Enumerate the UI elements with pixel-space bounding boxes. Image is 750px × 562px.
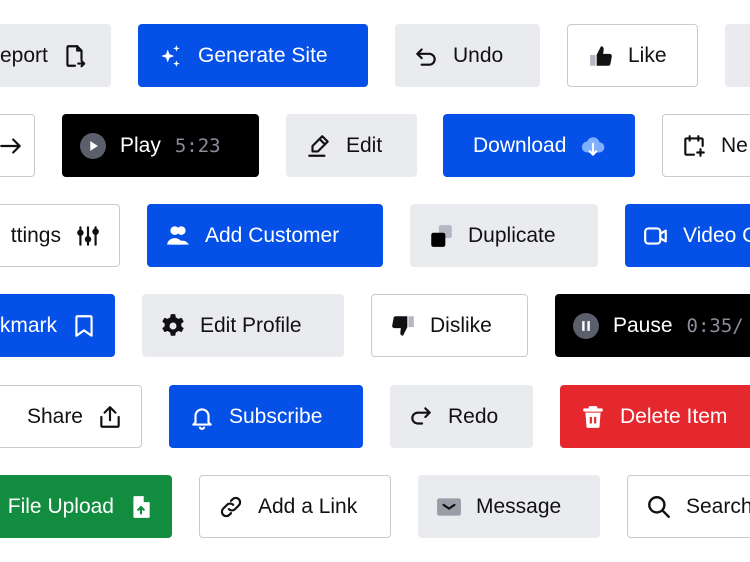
settings-label: ttings bbox=[10, 223, 61, 247]
bookmark-button[interactable]: kmark bbox=[0, 294, 115, 357]
pause-icon bbox=[573, 312, 599, 339]
thumbs-up-icon bbox=[588, 43, 614, 69]
video-call-button[interactable]: Video C bbox=[625, 204, 750, 267]
cloud-download-icon bbox=[580, 133, 606, 159]
new-event-button[interactable]: Ne bbox=[662, 114, 750, 177]
edit-button[interactable]: Edit bbox=[286, 114, 417, 177]
like-label: Like bbox=[628, 43, 667, 67]
like-button[interactable]: Like bbox=[567, 24, 698, 87]
edit-profile-label: Edit Profile bbox=[200, 313, 302, 337]
pause-label: Pause bbox=[613, 313, 673, 337]
pause-elapsed-time: 0:35/ bbox=[686, 314, 744, 337]
dislike-button[interactable]: Dislike bbox=[371, 294, 528, 357]
redo-button[interactable]: Redo bbox=[390, 385, 533, 448]
calendar-plus-icon bbox=[681, 133, 707, 159]
file-upload-label: File Upload bbox=[7, 494, 114, 518]
gear-icon bbox=[160, 313, 186, 339]
undo-icon bbox=[413, 43, 439, 69]
thumbs-down-icon bbox=[390, 313, 416, 339]
search-label: Search bbox=[686, 494, 750, 518]
duplicate-button[interactable]: Duplicate bbox=[410, 204, 598, 267]
download-label: Download bbox=[473, 133, 567, 157]
undo-label: Undo bbox=[453, 43, 504, 67]
file-upload-icon bbox=[128, 494, 154, 520]
play-label: Play bbox=[120, 133, 161, 157]
message-button[interactable]: Message bbox=[418, 475, 600, 538]
share-label: Share bbox=[26, 404, 83, 428]
pause-button[interactable]: Pause 0:35/ bbox=[555, 294, 750, 357]
report-label: eport bbox=[0, 43, 48, 67]
redo-icon bbox=[408, 404, 434, 430]
add-customer-button[interactable]: Add Customer bbox=[147, 204, 383, 267]
generate-site-button[interactable]: Generate Site bbox=[138, 24, 368, 87]
arrow-right-icon bbox=[0, 133, 24, 159]
next-arrow-button[interactable] bbox=[0, 114, 35, 177]
video-label: Video C bbox=[683, 223, 750, 247]
delete-item-button[interactable]: Delete Item bbox=[560, 385, 750, 448]
settings-button[interactable]: ttings bbox=[0, 204, 120, 267]
video-icon bbox=[643, 223, 669, 249]
undo-button[interactable]: Undo bbox=[395, 24, 540, 87]
file-upload-button[interactable]: File Upload bbox=[0, 475, 172, 538]
subscribe-button[interactable]: Subscribe bbox=[169, 385, 363, 448]
duplicate-icon bbox=[428, 223, 454, 249]
bell-icon bbox=[189, 404, 215, 430]
redo-label: Redo bbox=[448, 404, 499, 428]
add-link-button[interactable]: Add a Link bbox=[199, 475, 391, 538]
pencil-icon bbox=[306, 133, 332, 159]
file-export-icon bbox=[62, 43, 88, 69]
edit-profile-button[interactable]: Edit Profile bbox=[142, 294, 344, 357]
users-icon bbox=[165, 223, 191, 249]
search-button[interactable]: Search bbox=[627, 475, 750, 538]
generate-site-label: Generate Site bbox=[198, 43, 328, 67]
search-icon bbox=[646, 494, 672, 520]
play-duration: 5:23 bbox=[174, 134, 221, 157]
delete-item-label: Delete Item bbox=[620, 404, 728, 428]
add-link-label: Add a Link bbox=[258, 494, 358, 518]
duplicate-label: Duplicate bbox=[468, 223, 556, 247]
bookmark-label: kmark bbox=[0, 313, 57, 337]
mail-icon bbox=[436, 494, 462, 520]
dislike-label: Dislike bbox=[430, 313, 492, 337]
message-label: Message bbox=[476, 494, 562, 518]
share-button[interactable]: Share bbox=[0, 385, 142, 448]
add-customer-label: Add Customer bbox=[205, 223, 340, 247]
bookmark-icon bbox=[71, 313, 97, 339]
download-button[interactable]: Download bbox=[443, 114, 635, 177]
edit-label: Edit bbox=[346, 133, 383, 157]
play-button[interactable]: Play 5:23 bbox=[62, 114, 259, 177]
report-button[interactable]: eport bbox=[0, 24, 111, 87]
new-label: Ne bbox=[721, 133, 748, 157]
play-icon bbox=[80, 132, 106, 159]
subscribe-label: Subscribe bbox=[229, 404, 323, 428]
row1-overflow-button[interactable] bbox=[725, 24, 750, 87]
trash-icon bbox=[580, 404, 606, 430]
link-icon bbox=[218, 494, 244, 520]
sliders-icon bbox=[75, 223, 101, 249]
sparkles-icon bbox=[158, 43, 184, 69]
share-upload-icon bbox=[97, 404, 123, 430]
